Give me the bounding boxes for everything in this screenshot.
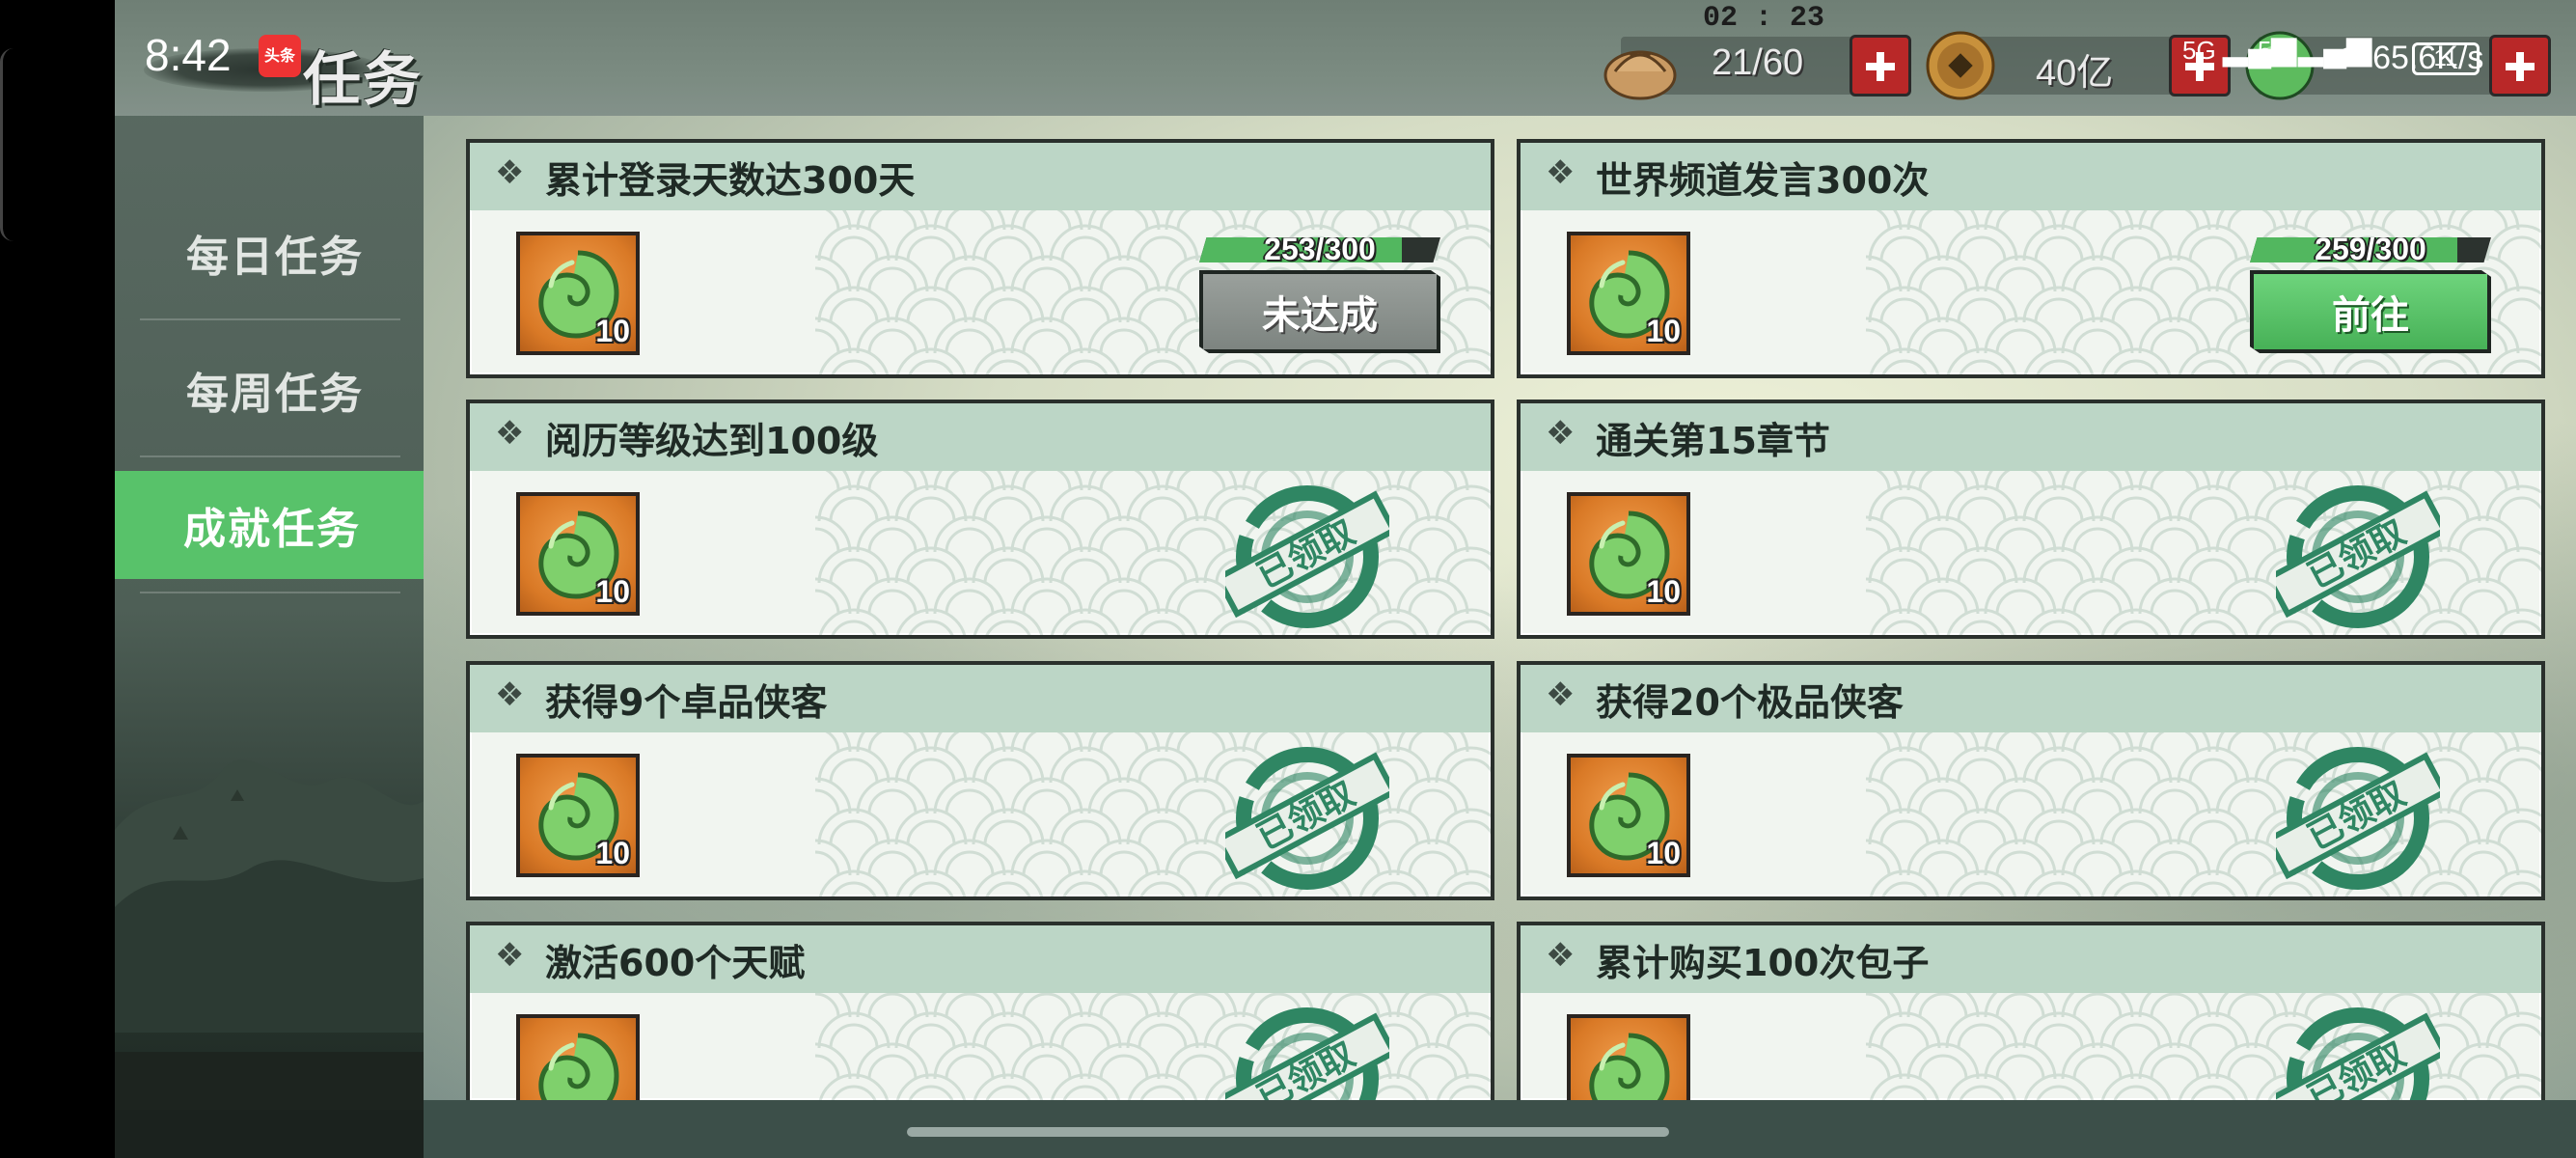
reward-item[interactable]: 10: [1567, 754, 1690, 877]
task-card: 世界频道发言300次 10 259/300 前往: [1517, 139, 2545, 378]
task-title: 累计登录天数达300天: [545, 158, 916, 202]
network-label-2: 5G: [2258, 36, 2291, 65]
nav-divider: [140, 318, 400, 320]
reward-count: 10: [1646, 314, 1681, 348]
status-time: 8:42: [145, 30, 232, 80]
copper-coin-icon: [1926, 31, 1995, 100]
reward-item[interactable]: 10: [516, 754, 640, 877]
reward-count: 10: [595, 314, 630, 348]
claimed-stamp-text: 已领取: [1251, 774, 1362, 858]
reward-count: 10: [1646, 574, 1681, 609]
network-label-1: 5G: [2182, 36, 2216, 65]
task-title: 激活600个天赋: [545, 941, 806, 984]
task-card-header: 阅历等级达到100级: [470, 403, 1491, 471]
bun-icon: [1603, 50, 1677, 100]
battery-icon: 11: [2412, 42, 2480, 75]
refresh-timer: 02 : 23: [1703, 2, 1825, 35]
task-card: 获得20个极品侠客 10 已领取: [1517, 661, 2545, 900]
coin-value: 40亿: [2036, 53, 2114, 94]
reward-item[interactable]: 10: [516, 1014, 640, 1100]
task-title: 通关第15章节: [1596, 419, 1830, 462]
task-title: 累计购买100次包子: [1596, 941, 1930, 984]
nav-divider: [140, 592, 400, 593]
reward-item[interactable]: 10: [516, 492, 640, 616]
task-card-header: 世界频道发言300次: [1521, 143, 2541, 210]
sidebar-bottom-fade: [115, 1052, 424, 1110]
task-card-header: 累计登录天数达300天: [470, 143, 1491, 210]
task-card-header: 激活600个天赋: [470, 925, 1491, 993]
tab-weekly-tasks[interactable]: 每周任务: [135, 342, 415, 438]
sidebar-bottom-band: [115, 1110, 424, 1158]
stamina-value: 21/60: [1712, 42, 1804, 83]
diamond-bullet-icon: [1546, 676, 1575, 714]
task-title: 获得20个极品侠客: [1596, 680, 1904, 724]
task-card: 获得9个卓品侠客 10 已领取: [466, 661, 1494, 900]
tab-achievement-tasks[interactable]: 成就任务: [115, 471, 433, 579]
task-card-header: 通关第15章节: [1521, 403, 2541, 471]
diamond-bullet-icon: [495, 676, 524, 714]
reward-count: 10: [1646, 836, 1681, 870]
go-button[interactable]: 前往: [2250, 270, 2491, 353]
reward-item[interactable]: 10: [516, 232, 640, 355]
page-title: 任务: [303, 46, 423, 114]
gesture-bar[interactable]: [907, 1127, 1669, 1137]
task-progress-bar: 253/300: [1199, 237, 1440, 262]
task-card: 累计购买100次包子 10 已领取: [1517, 922, 2545, 1100]
diamond-bullet-icon: [1546, 153, 1575, 192]
battery-level: 11: [2433, 45, 2458, 71]
news-app-icon: 头条: [259, 35, 301, 77]
task-card: 累计登录天数达300天 10 253/300 未达成: [466, 139, 1494, 378]
sidebar-mountain-art: [115, 759, 424, 1033]
wifi-icon: ◠: [2335, 40, 2364, 76]
claimed-stamp-text: 已领取: [2302, 774, 2413, 858]
reward-item[interactable]: 10: [1567, 492, 1690, 616]
task-card-header: 获得9个卓品侠客: [470, 665, 1491, 732]
reward-item[interactable]: 10: [1567, 1014, 1690, 1100]
task-card: 阅历等级达到100级 10 已领取: [466, 400, 1494, 639]
diamond-bullet-icon: [495, 414, 524, 453]
tab-daily-tasks[interactable]: 每日任务: [135, 205, 415, 301]
task-card-header: 累计购买100次包子: [1521, 925, 2541, 993]
reward-item[interactable]: 10: [1567, 232, 1690, 355]
task-card: 激活600个天赋 10 已领取: [466, 922, 1494, 1100]
game-screen: 任务 8:42 头条 02 : 23 21/60 40亿 5G ▂▄▆ 5G ▂…: [0, 0, 2576, 1158]
diamond-bullet-icon: [495, 936, 524, 975]
task-title: 获得9个卓品侠客: [545, 680, 828, 724]
reward-count: 10: [595, 574, 630, 609]
not-completed-button[interactable]: 未达成: [1199, 270, 1440, 353]
diamond-bullet-icon: [1546, 414, 1575, 453]
task-card-header: 获得20个极品侠客: [1521, 665, 2541, 732]
add-gem-button[interactable]: [2489, 35, 2551, 96]
claimed-stamp-text: 已领取: [1251, 512, 1362, 596]
diamond-bullet-icon: [495, 153, 524, 192]
add-stamina-button[interactable]: [1850, 35, 1911, 96]
diamond-bullet-icon: [1546, 936, 1575, 975]
screen-edge: [0, 48, 14, 241]
task-progress-bar: 259/300: [2250, 237, 2491, 262]
claimed-stamp-text: 已领取: [2302, 512, 2413, 596]
reward-count: 10: [595, 836, 630, 870]
task-title: 阅历等级达到100级: [545, 419, 879, 462]
task-title: 世界频道发言300次: [1596, 158, 1930, 202]
nav-divider: [140, 455, 400, 457]
task-card: 通关第15章节 10 已领取: [1517, 400, 2545, 639]
